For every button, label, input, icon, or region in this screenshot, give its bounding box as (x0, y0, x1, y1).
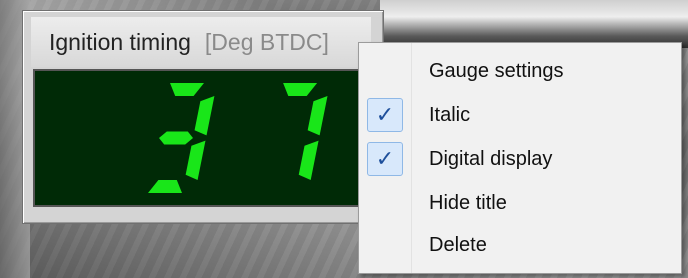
digit-segment-a (283, 83, 318, 96)
menu-item-hide-title[interactable]: Hide title (361, 183, 677, 223)
digit-segment-g (159, 131, 193, 145)
digit-segment-b (194, 96, 215, 136)
seven-segment-digits (148, 83, 328, 193)
digit-segment-a (170, 83, 204, 96)
menu-item-digital-display[interactable]: ✓ Digital display (361, 139, 677, 179)
digit-segment-c (185, 140, 206, 180)
digital-display (33, 69, 373, 207)
digit-segment-d (148, 180, 182, 193)
gauge-title-bar[interactable]: Ignition timing [Deg BTDC] (31, 17, 371, 67)
menu-item-label: Digital display (429, 147, 553, 170)
digit-segment-c (298, 140, 319, 180)
menu-item-label: Italic (429, 103, 471, 126)
gauge-title: Ignition timing (49, 28, 191, 55)
ignition-timing-gauge[interactable]: Ignition timing [Deg BTDC] (22, 10, 384, 224)
checkmark-icon: ✓ (367, 142, 403, 176)
digit-segment-b (307, 96, 328, 136)
context-menu: Gauge settings ✓ Italic ✓ Digital displa… (358, 42, 682, 274)
menu-item-label: Hide title (429, 191, 507, 214)
menu-item-gauge-settings[interactable]: Gauge settings (361, 51, 677, 91)
menu-item-delete[interactable]: Delete (361, 225, 677, 265)
menu-item-label: Gauge settings (429, 59, 564, 82)
gauge-unit: [Deg BTDC] (204, 28, 329, 55)
background-strip (380, 0, 688, 48)
checkmark-icon: ✓ (367, 98, 403, 132)
menu-item-italic[interactable]: ✓ Italic (361, 95, 677, 135)
menu-item-label: Delete (429, 233, 487, 256)
